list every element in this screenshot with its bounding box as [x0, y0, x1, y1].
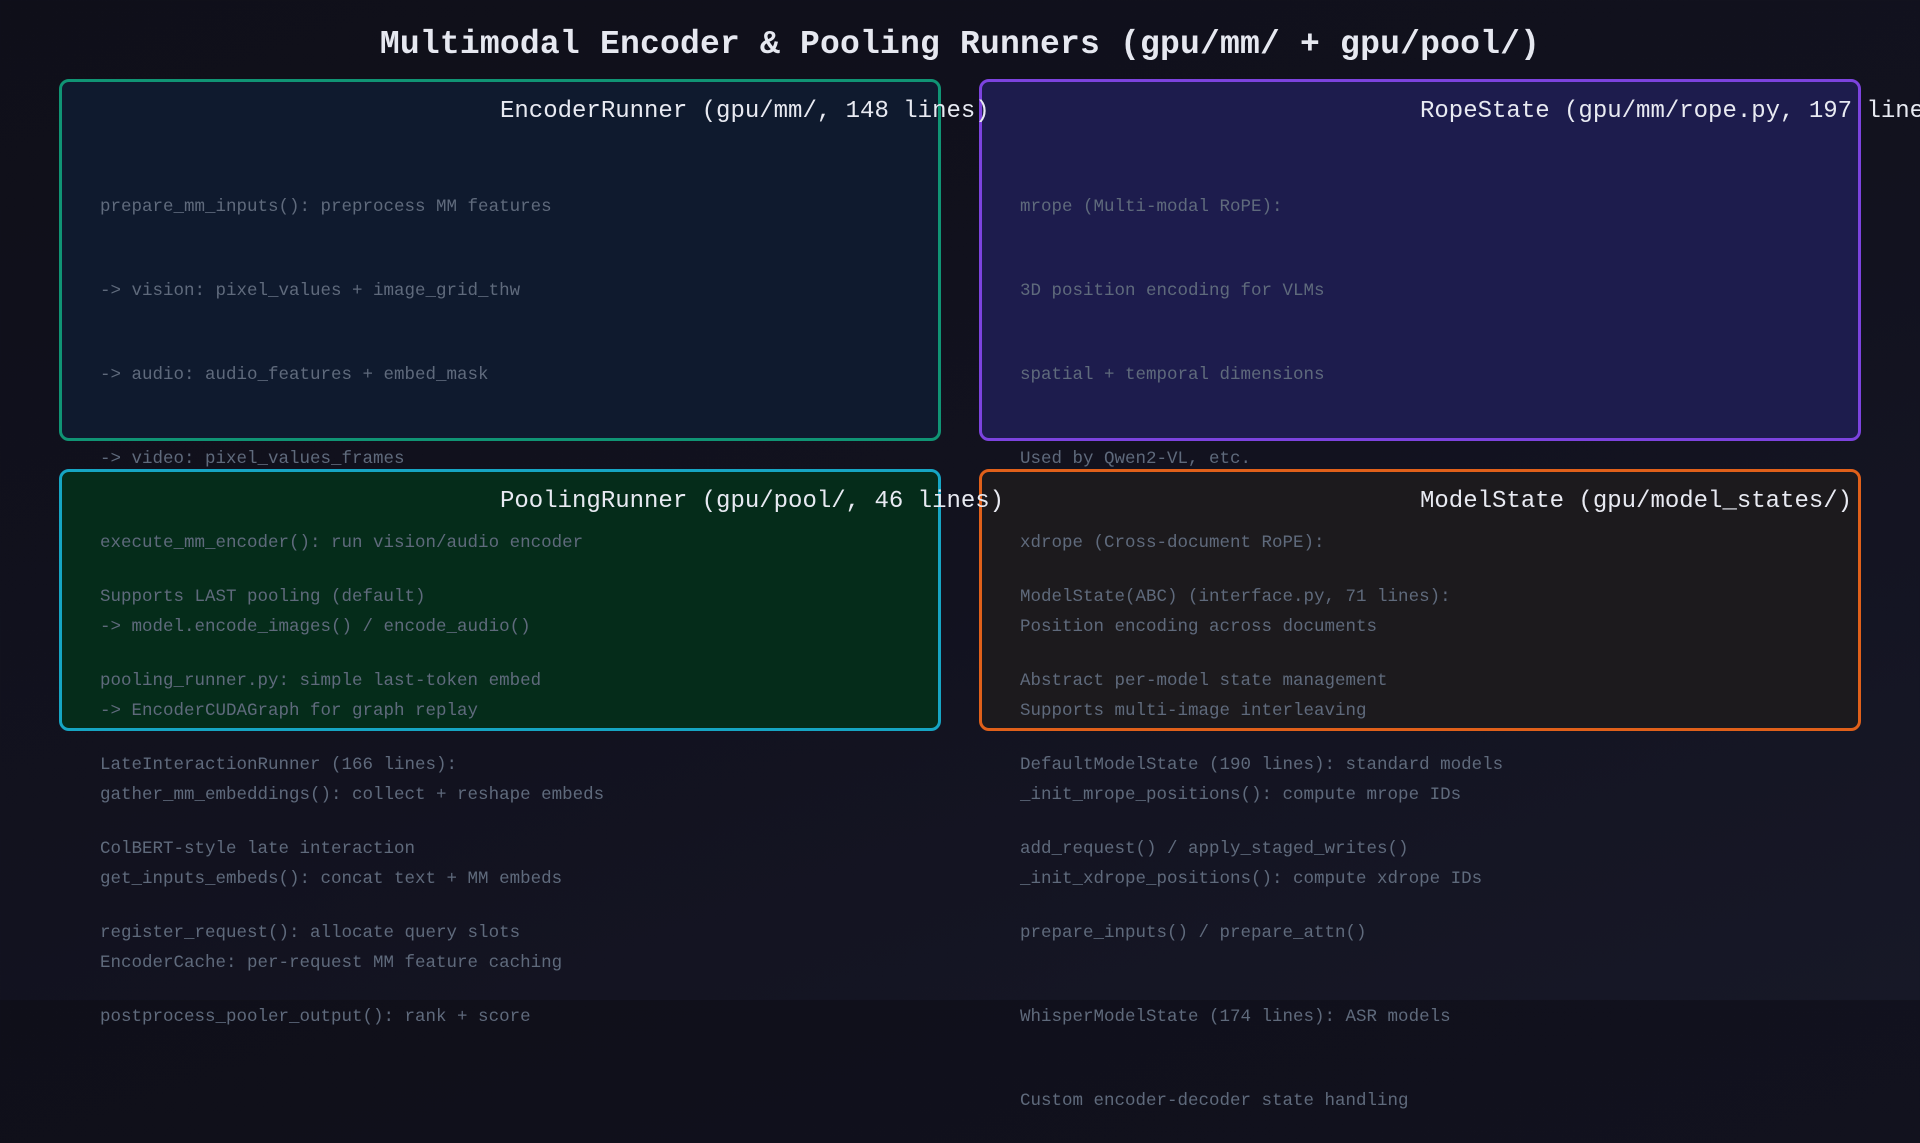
- pool-line: pooling_runner.py: simple last-token emb…: [100, 671, 542, 691]
- pool-line: LateInteractionRunner (166 lines):: [100, 755, 458, 775]
- model-line: Custom encoder-decoder state handling: [1020, 1091, 1409, 1111]
- encoder-line: prepare_mm_inputs(): preprocess MM featu…: [100, 197, 552, 217]
- model-line: WhisperModelState (174 lines): ASR model…: [1020, 1007, 1451, 1027]
- rope-line: spatial + temporal dimensions: [1020, 365, 1325, 385]
- page-title: Multimodal Encoder & Pooling Runners (gp…: [379, 26, 1541, 63]
- encoder-line: -> video: pixel_values_frames: [100, 449, 405, 469]
- encoder-line: -> vision: pixel_values + image_grid_thw: [100, 281, 521, 301]
- encoder-line: -> audio: audio_features + embed_mask: [100, 365, 489, 385]
- model-line: Abstract per-model state management: [1020, 671, 1388, 691]
- pooling-runner-lines: Supports LAST pooling (default) pooling_…: [100, 527, 541, 1059]
- pool-line: register_request(): allocate query slots: [100, 923, 521, 943]
- pool-line: Supports LAST pooling (default): [100, 587, 426, 607]
- pool-line: ColBERT-style late interaction: [100, 839, 416, 859]
- rope-line: Used by Qwen2-VL, etc.: [1020, 449, 1252, 469]
- model-line: add_request() / apply_staged_writes(): [1020, 839, 1409, 859]
- pool-line: postprocess_pooler_output(): rank + scor…: [100, 1007, 531, 1027]
- model-line: prepare_inputs() / prepare_attn(): [1020, 923, 1367, 943]
- rope-line: 3D position encoding for VLMs: [1020, 281, 1325, 301]
- model-line: DefaultModelState (190 lines): standard …: [1020, 755, 1504, 775]
- model-state-title: ModelState (gpu/model_states/): [1420, 488, 1853, 515]
- encoder-runner-title: EncoderRunner (gpu/mm/, 148 lines): [500, 98, 990, 125]
- model-state-lines: ModelState(ABC) (interface.py, 71 lines)…: [1020, 527, 1503, 1143]
- model-line: ModelState(ABC) (interface.py, 71 lines)…: [1020, 587, 1451, 607]
- rope-line: mrope (Multi-modal RoPE):: [1020, 197, 1283, 217]
- rope-state-title: RopeState (gpu/mm/rope.py, 197 lines): [1420, 98, 1920, 125]
